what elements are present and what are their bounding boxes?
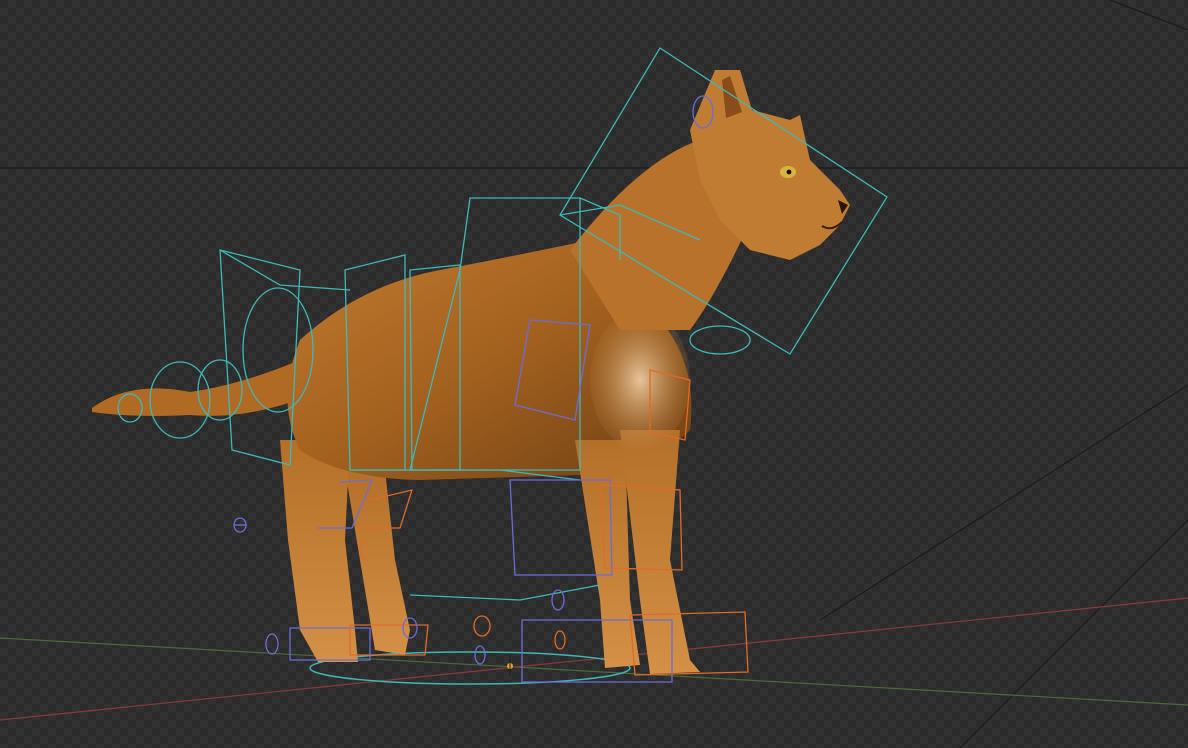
viewport-scene — [0, 0, 1188, 748]
pole-target-r — [554, 630, 566, 650]
ground-circle — [309, 651, 631, 685]
pole-target — [265, 633, 279, 655]
pole-target-r — [473, 615, 491, 637]
cat-back-leg-near — [280, 440, 358, 662]
hip-edge — [219, 249, 351, 291]
cat-tail — [92, 360, 310, 416]
grid-line — [959, 519, 1188, 748]
x-axis-line — [0, 597, 1188, 721]
grid-line — [1109, 0, 1188, 31]
3d-viewport[interactable] — [0, 0, 1188, 748]
jaw-ring — [689, 325, 751, 355]
y-axis-line — [0, 637, 1188, 706]
grid-line — [819, 384, 1188, 621]
pole-target — [474, 645, 486, 665]
cat-pupil — [786, 169, 792, 175]
cat-model[interactable] — [92, 70, 850, 674]
origin-dot-icon — [507, 656, 513, 676]
cat-chest — [590, 310, 690, 450]
torso-base-edge-2 — [409, 584, 601, 601]
hip-control-bone — [219, 249, 301, 466]
